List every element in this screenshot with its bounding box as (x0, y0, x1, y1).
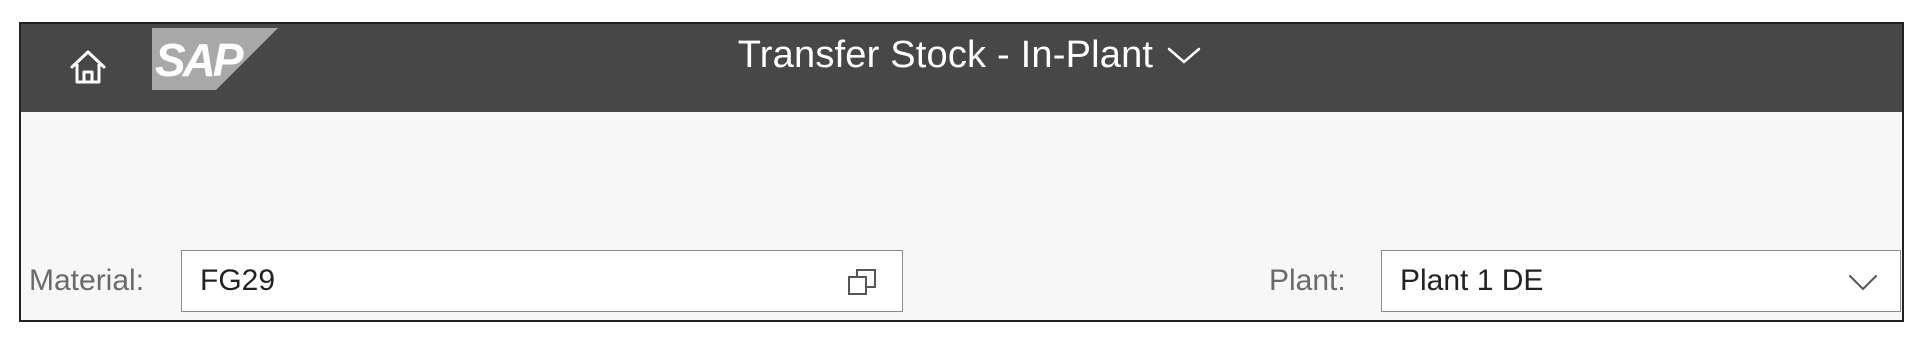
app-window: SAP Transfer Stock - In-Plant Material: … (19, 22, 1904, 322)
logo-text: SAP (155, 34, 244, 86)
shell-bar: SAP Transfer Stock - In-Plant (21, 24, 1902, 112)
home-icon (70, 50, 106, 84)
plant-value: Plant 1 DE (1400, 264, 1544, 297)
home-button[interactable] (59, 38, 117, 96)
chevron-down-icon[interactable] (1846, 265, 1880, 299)
material-value: FG29 (200, 264, 276, 297)
app-title: Transfer Stock - In-Plant (737, 33, 1154, 76)
material-input[interactable]: FG29 (181, 250, 903, 312)
material-label: Material: (29, 264, 145, 297)
app-title-menu-button[interactable]: Transfer Stock - In-Plant (738, 34, 1201, 77)
plant-select[interactable]: Plant 1 DE (1381, 250, 1901, 312)
value-help-icon[interactable] (846, 265, 880, 299)
sap-logo: SAP (152, 28, 278, 90)
plant-label: Plant: (1269, 264, 1346, 297)
chevron-down-icon (1167, 47, 1201, 64)
